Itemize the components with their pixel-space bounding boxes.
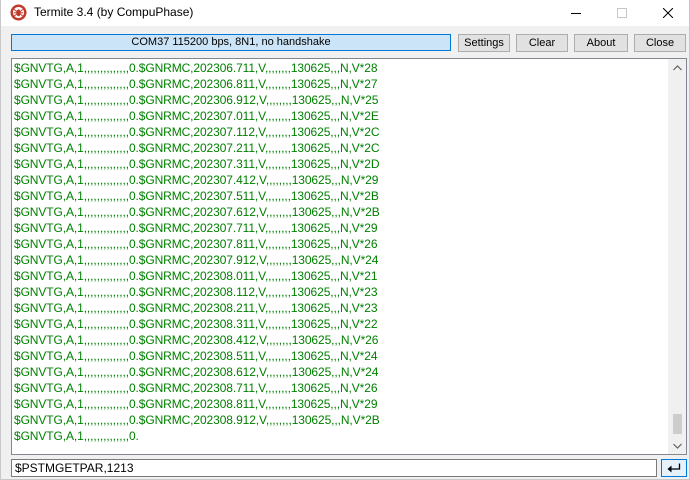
terminal-lines: $GNVTG,A,1,,,,,,,,,,,,,,0.$GNRMC,202306.… bbox=[14, 60, 380, 444]
send-button[interactable] bbox=[661, 459, 687, 477]
terminal-line: $GNVTG,A,1,,,,,,,,,,,,,,0.$GNRMC,202307.… bbox=[14, 109, 379, 123]
terminal-line: $GNVTG,A,1,,,,,,,,,,,,,,0.$GNRMC,202308.… bbox=[14, 317, 378, 331]
terminal-output[interactable]: $GNVTG,A,1,,,,,,,,,,,,,,0.$GNRMC,202306.… bbox=[11, 58, 687, 455]
terminal-line: $GNVTG,A,1,,,,,,,,,,,,,,0.$GNRMC,202308.… bbox=[14, 301, 378, 315]
minimize-button[interactable] bbox=[553, 0, 599, 26]
terminal-line: $GNVTG,A,1,,,,,,,,,,,,,,0.$GNRMC,202307.… bbox=[14, 189, 379, 203]
maximize-button[interactable] bbox=[599, 0, 645, 26]
terminal-line: $GNVTG,A,1,,,,,,,,,,,,,,0.$GNRMC,202306.… bbox=[14, 61, 378, 75]
terminal-line: $GNVTG,A,1,,,,,,,,,,,,,,0.$GNRMC,202307.… bbox=[14, 237, 378, 251]
terminal-line: $GNVTG,A,1,,,,,,,,,,,,,,0. bbox=[14, 429, 139, 443]
close-button[interactable]: Close bbox=[634, 34, 686, 52]
maximize-icon bbox=[617, 8, 627, 18]
chevron-down-icon bbox=[673, 443, 682, 449]
connection-status[interactable]: COM37 115200 bps, 8N1, no handshake bbox=[11, 34, 451, 51]
scroll-down-button[interactable] bbox=[669, 437, 686, 454]
terminal-line: $GNVTG,A,1,,,,,,,,,,,,,,0.$GNRMC,202307.… bbox=[14, 173, 379, 187]
terminal-line: $GNVTG,A,1,,,,,,,,,,,,,,0.$GNRMC,202306.… bbox=[14, 93, 379, 107]
terminal-line: $GNVTG,A,1,,,,,,,,,,,,,,0.$GNRMC,202307.… bbox=[14, 221, 378, 235]
termite-window: Termite 3.4 (by CompuPhase) COM37 115200… bbox=[0, 0, 690, 480]
terminal-line: $GNVTG,A,1,,,,,,,,,,,,,,0.$GNRMC,202308.… bbox=[14, 365, 379, 379]
about-button[interactable]: About bbox=[574, 34, 628, 52]
terminal-line: $GNVTG,A,1,,,,,,,,,,,,,,0.$GNRMC,202308.… bbox=[14, 333, 379, 347]
terminal-line: $GNVTG,A,1,,,,,,,,,,,,,,0.$GNRMC,202308.… bbox=[14, 381, 378, 395]
terminal-line: $GNVTG,A,1,,,,,,,,,,,,,,0.$GNRMC,202307.… bbox=[14, 205, 380, 219]
window-title: Termite 3.4 (by CompuPhase) bbox=[34, 5, 194, 19]
terminal-line: $GNVTG,A,1,,,,,,,,,,,,,,0.$GNRMC,202306.… bbox=[14, 77, 378, 91]
terminal-line: $GNVTG,A,1,,,,,,,,,,,,,,0.$GNRMC,202308.… bbox=[14, 285, 378, 299]
terminal-line: $GNVTG,A,1,,,,,,,,,,,,,,0.$GNRMC,202308.… bbox=[14, 413, 380, 427]
clear-button[interactable]: Clear bbox=[516, 34, 568, 52]
terminal-line: $GNVTG,A,1,,,,,,,,,,,,,,0.$GNRMC,202308.… bbox=[14, 397, 378, 411]
terminal-line: $GNVTG,A,1,,,,,,,,,,,,,,0.$GNRMC,202308.… bbox=[14, 269, 378, 283]
send-input[interactable] bbox=[11, 459, 657, 477]
terminal-line: $GNVTG,A,1,,,,,,,,,,,,,,0.$GNRMC,202308.… bbox=[14, 349, 378, 363]
terminal-line: $GNVTG,A,1,,,,,,,,,,,,,,0.$GNRMC,202307.… bbox=[14, 157, 380, 171]
scroll-thumb[interactable] bbox=[673, 414, 682, 434]
chevron-up-icon bbox=[673, 64, 682, 70]
close-icon bbox=[663, 8, 673, 18]
terminal-line: $GNVTG,A,1,,,,,,,,,,,,,,0.$GNRMC,202307.… bbox=[14, 125, 380, 139]
vertical-scrollbar[interactable] bbox=[668, 59, 686, 454]
title-bar[interactable]: Termite 3.4 (by CompuPhase) bbox=[1, 0, 689, 26]
scroll-up-button[interactable] bbox=[669, 59, 686, 76]
terminal-line: $GNVTG,A,1,,,,,,,,,,,,,,0.$GNRMC,202307.… bbox=[14, 141, 380, 155]
settings-button[interactable]: Settings bbox=[458, 34, 510, 52]
terminal-line: $GNVTG,A,1,,,,,,,,,,,,,,0.$GNRMC,202307.… bbox=[14, 253, 379, 267]
minimize-icon bbox=[571, 13, 581, 14]
window-close-button[interactable] bbox=[645, 0, 689, 26]
termite-app-icon[interactable] bbox=[10, 4, 27, 21]
enter-return-icon bbox=[667, 463, 681, 472]
